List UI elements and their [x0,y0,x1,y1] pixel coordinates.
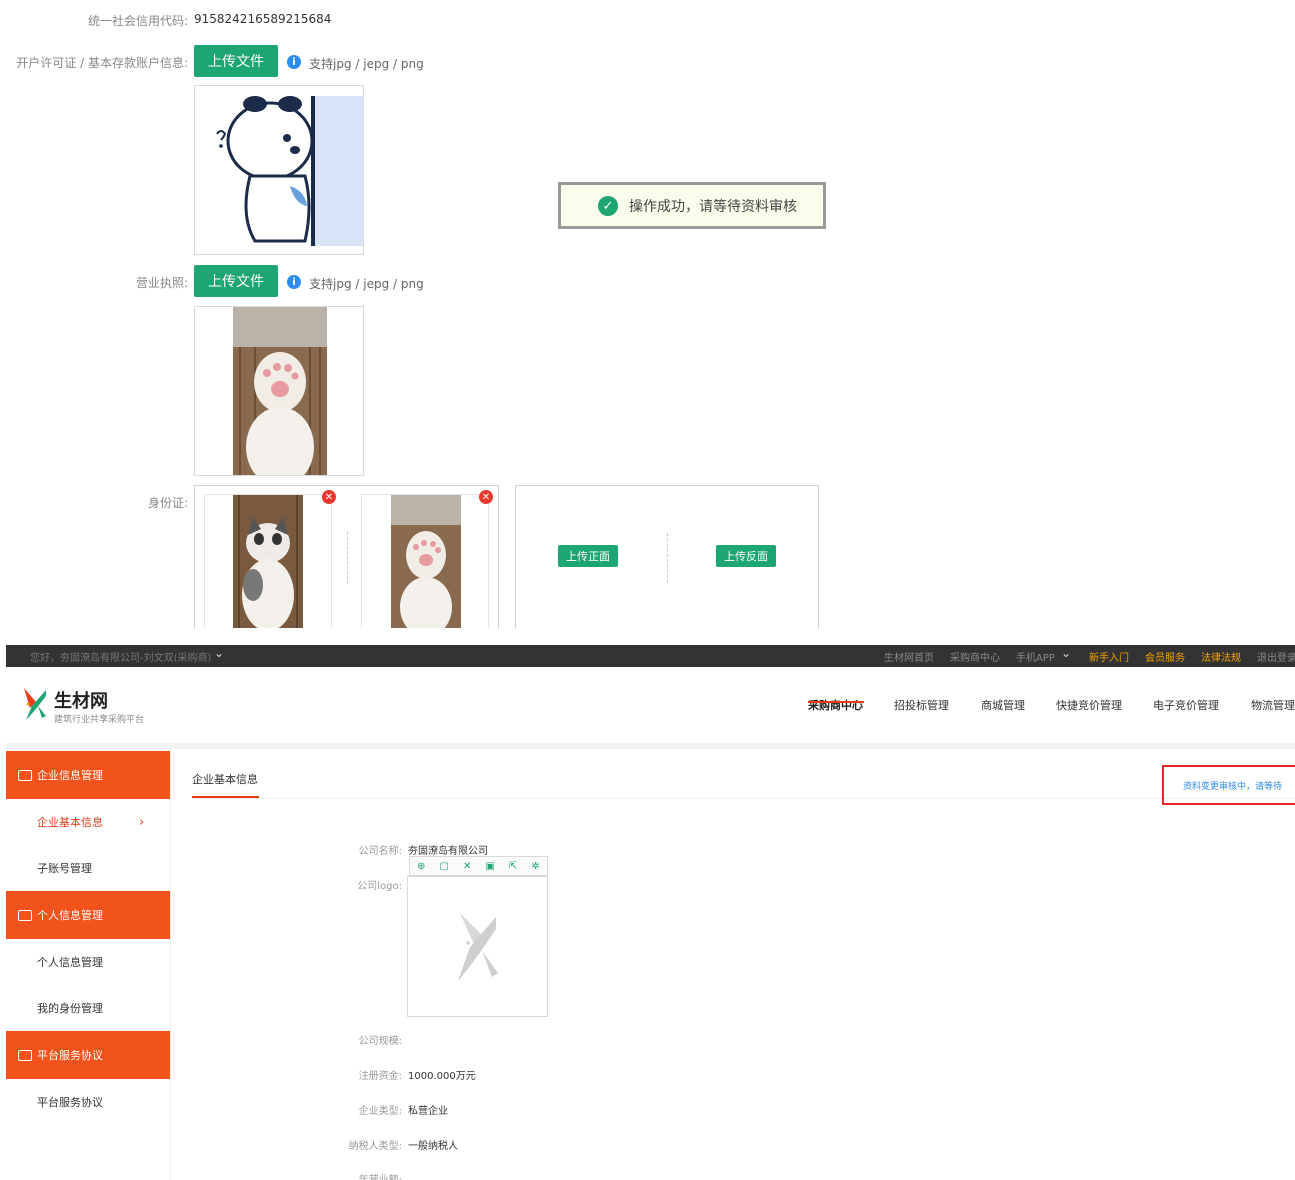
cat-paw-image [233,307,327,475]
license-image-preview[interactable] [194,85,364,255]
nav-quick-bidding[interactable]: 快捷竞价管理 [1056,697,1122,713]
admin-page: 您好，夯固潦岛有限公司-刘文双(采购商) ⌄ 生材网首页 采购商中心 手机APP… [6,645,1295,1180]
divider [192,798,1295,799]
scale-label: 公司规模: [358,1036,402,1047]
divider [667,533,668,583]
chevron-right-icon: › [139,814,145,830]
header-gap [6,743,1295,749]
cat-paw-image [391,495,461,628]
id-card-icon [18,909,32,921]
nav-e-bidding[interactable]: 电子竞价管理 [1153,697,1219,713]
idcard-front-thumb[interactable] [204,494,332,628]
site-header: 生材网 建筑行业共享采购平台 采购商中心 招投标管理 商城管理 快捷竞价管理 电… [6,667,1295,743]
idcard-upload-box: 上传正面 上传反面 [515,485,819,628]
toplink-logout[interactable]: 退出登录 [1257,649,1295,664]
tab-company-info[interactable]: 企业基本信息 [192,771,258,787]
idcard-label: 身份证: [147,496,188,510]
nav-buyer-center[interactable]: 采购商中心 [808,697,863,713]
sidebar-item-agreement[interactable]: 平台服务协议 [6,1079,170,1125]
check-circle-icon: ✓ [598,196,618,216]
save-icon[interactable]: ▣ [486,861,495,872]
sidebar-item-label: 我的身份管理 [37,1002,103,1015]
sidebar-item-label: 平台服务协议 [37,1096,103,1109]
sidebar-group-agreement[interactable]: 平台服务协议 [6,1031,170,1079]
idcard-uploaded-box: ✕ ✕ [194,485,499,628]
company-name-value: 夯固潦岛有限公司 [408,846,488,857]
top-bar: 您好，夯固潦岛有限公司-刘文双(采购商) ⌄ 生材网首页 采购商中心 手机APP… [6,645,1295,667]
enterprise-type-label: 企业类型: [358,1106,402,1117]
upload-back-button[interactable]: 上传反面 [716,545,776,567]
credit-code-label: 统一社会信用代码: [87,14,188,28]
sidebar-group-personal[interactable]: 个人信息管理 [6,891,170,939]
sidebar-item-identity[interactable]: 我的身份管理 [6,985,170,1031]
expand-icon[interactable]: ✕ [463,861,471,872]
success-toast: ✓ 操作成功，请等待资料审核 [558,182,826,229]
nav-mall[interactable]: 商城管理 [981,697,1025,713]
info-icon: i [287,55,301,69]
logo-toolbar: ⊕ ▢ ✕ ▣ ⇱ ✲ [409,856,548,876]
sidebar-item-subaccounts[interactable]: 子账号管理 [6,845,170,891]
divider [347,532,348,584]
chevron-down-icon[interactable]: ⌄ [1061,646,1071,660]
capital-value: 1000.000万元 [408,1071,476,1082]
logo-placeholder-image [458,913,498,981]
sidebar: 企业信息管理 企业基本信息 › 子账号管理 个人信息管理 个人信息管理 我的身份… [6,749,171,1180]
brand-tagline: 建筑行业共享采购平台 [54,715,145,725]
greeting-text: 您好，夯固潦岛有限公司-刘文双(采购商) [30,653,212,664]
sidebar-item-label: 子账号管理 [37,862,92,875]
sidebar-item-label: 企业基本信息 [37,816,103,829]
company-name-label: 公司名称: [358,846,402,857]
sidebar-item-company-info[interactable]: 企业基本信息 › [6,799,170,845]
brand-name: 生材网 [54,691,108,712]
remove-front-icon[interactable]: ✕ [322,490,336,504]
sidebar-group-label: 个人信息管理 [37,909,103,922]
gear-icon[interactable]: ✲ [532,861,540,872]
taxpayer-type-value: 一般纳税人 [408,1141,458,1152]
upload-license-button[interactable]: 上传文件 [194,45,278,77]
sidebar-group-label: 企业信息管理 [37,769,103,782]
enterprise-type-value: 私营企业 [408,1106,448,1117]
taxpayer-type-label: 纳税人类型: [348,1141,402,1152]
toplink-member[interactable]: 会员服务 [1145,649,1185,664]
chevron-down-icon[interactable]: ⌄ [214,646,224,660]
business-license-image-preview[interactable] [194,306,364,476]
toplink-law[interactable]: 法律法规 [1201,649,1241,664]
logo-icon[interactable] [22,686,48,722]
upload-front-button[interactable]: 上传正面 [558,545,618,567]
sidebar-item-personal-info[interactable]: 个人信息管理 [6,939,170,985]
format-hint: 支持jpg / jepg / png [309,57,424,71]
credit-code-value: 915824216589215684 [194,12,332,26]
building-icon [18,769,32,781]
license-label: 开户许可证 / 基本存款账户信息: [16,56,188,70]
revenue-label: 年营业额: [282,1171,402,1180]
toplink-buyer-center[interactable]: 采购商中心 [950,649,1000,664]
nav-active-indicator [808,701,864,703]
business-license-label: 营业执照: [135,276,188,290]
nav-bidding[interactable]: 招投标管理 [894,697,949,713]
zoom-icon[interactable]: ⊕ [417,861,425,872]
sidebar-item-label: 个人信息管理 [37,956,103,969]
cat-photo-image [233,495,303,628]
toast-message: 操作成功，请等待资料审核 [629,198,797,215]
toplink-home[interactable]: 生材网首页 [884,649,934,664]
sidebar-group-label: 平台服务协议 [37,1049,103,1062]
upload-business-license-button[interactable]: 上传文件 [194,265,278,297]
toplink-app[interactable]: 手机APP [1016,649,1055,664]
remove-back-icon[interactable]: ✕ [479,490,493,504]
sidebar-group-company[interactable]: 企业信息管理 [6,751,170,799]
toplink-guide[interactable]: 新手入门 [1089,649,1129,664]
info-icon: i [287,275,301,289]
idcard-back-thumb[interactable] [361,494,489,628]
share-icon[interactable]: ⇱ [509,861,517,872]
company-logo-preview[interactable] [407,876,548,1017]
fit-icon[interactable]: ▢ [440,861,449,872]
nav-logistics[interactable]: 物流管理 [1251,697,1295,713]
building-icon [18,1049,32,1061]
capital-label: 注册资金: [358,1071,402,1082]
upload-form: 统一社会信用代码: 915824216589215684 开户许可证 / 基本存… [0,0,1295,628]
format-hint: 支持jpg / jepg / png [309,277,424,291]
review-notice: 资料变更审核中，请等待 [1162,765,1295,805]
logo-label: 公司logo: [357,881,402,892]
cartoon-bear-image [216,96,363,246]
